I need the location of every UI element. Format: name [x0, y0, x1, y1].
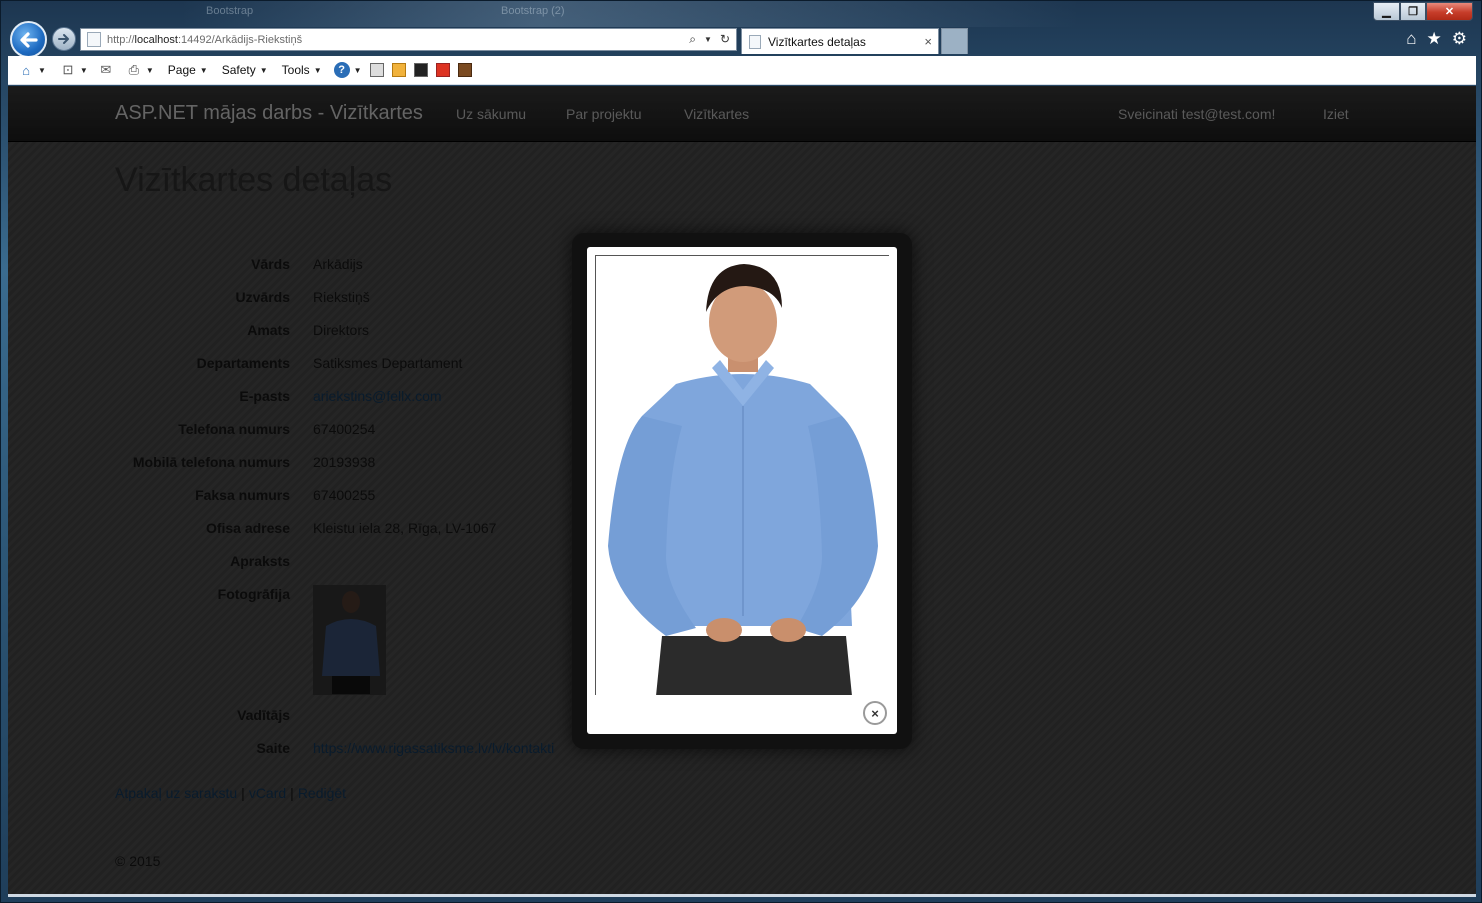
safety-menu[interactable]: Safety ▼ — [222, 63, 268, 77]
chevron-down-icon[interactable]: ▼ — [38, 66, 46, 75]
chevron-down-icon: ▼ — [199, 65, 208, 75]
close-window-button[interactable]: ✕ — [1426, 2, 1473, 21]
home-icon[interactable]: ⌂ — [1406, 29, 1416, 49]
tab-title: Vizītkartes detaļas — [768, 34, 866, 49]
feeds-icon[interactable]: ⊡ — [60, 62, 76, 78]
address-bar[interactable]: http://localhost:14492/Arkādijs-Riekstiņ… — [80, 28, 737, 51]
tools-menu[interactable]: Tools ▼ — [282, 63, 322, 77]
window-controls: ▁ ❐ ✕ — [1373, 2, 1473, 22]
window-bottom-edge — [8, 894, 1476, 897]
maximize-icon: ❐ — [1408, 6, 1418, 18]
tab-page-icon — [749, 34, 761, 49]
url-path: :14492/Arkādijs-Riekstiņš — [177, 33, 303, 46]
addon-k-icon[interactable] — [369, 63, 384, 77]
ghost-window-title: Bootstrap (2) — [501, 5, 565, 17]
tab-close-icon[interactable]: × — [924, 34, 932, 49]
person-photo-image — [596, 256, 889, 695]
lightbox-photo — [595, 255, 889, 695]
back-arrow-icon — [19, 31, 38, 48]
page-icon — [87, 32, 101, 47]
close-icon: × — [871, 705, 879, 721]
mail-icon[interactable]: ✉ — [98, 62, 114, 78]
tools-menu-label: Tools — [281, 63, 310, 77]
safety-menu-label: Safety — [221, 63, 256, 77]
refresh-icon[interactable]: ↻ — [720, 32, 730, 47]
title-bar-glow — [181, 1, 1081, 27]
ghost-window-title: Bootstrap — [206, 5, 254, 17]
home-icon[interactable]: ⌂ — [18, 62, 34, 78]
chevron-down-icon[interactable]: ▼ — [80, 66, 88, 75]
browser-tools: ⌂ ★ ⚙ — [1406, 29, 1467, 49]
settings-gear-icon[interactable]: ⚙ — [1452, 29, 1467, 49]
page-menu-label: Page — [167, 63, 196, 77]
chevron-down-icon: ▼ — [313, 65, 322, 75]
minimize-button[interactable]: ▁ — [1373, 2, 1400, 21]
page-menu[interactable]: Page ▼ — [168, 63, 208, 77]
photo-lightbox: × — [572, 233, 912, 749]
chevron-down-icon: ▼ — [259, 65, 268, 75]
command-bar: ⌂ ▼ ⊡ ▼ ✉ ⎙ ▼ Page ▼ Safety ▼ Tools ▼ ? ▼ — [8, 56, 1476, 85]
url-host: localhost — [134, 33, 178, 46]
chevron-down-icon[interactable]: ▼ — [354, 66, 362, 75]
addon-bookmark-icon[interactable] — [457, 63, 472, 77]
addon-screen-icon[interactable] — [413, 63, 428, 77]
dropdown-caret-icon[interactable]: ▼ — [704, 35, 712, 47]
address-tools: ⌕ ▼ ↻ — [689, 32, 730, 47]
new-tab-button[interactable] — [941, 28, 968, 54]
help-icon[interactable]: ? — [333, 62, 350, 78]
favorites-star-icon[interactable]: ★ — [1427, 29, 1442, 49]
tab-active[interactable]: Vizītkartes detaļas × — [741, 28, 939, 54]
back-button[interactable] — [10, 21, 47, 58]
minimize-icon: ▁ — [1382, 6, 1391, 18]
search-icon[interactable]: ⌕ — [689, 32, 696, 47]
lightbox-close-button[interactable]: × — [863, 701, 887, 725]
url-prefix: http:// — [107, 33, 135, 46]
browser-window: Bootstrap Bootstrap (2) ▁ ❐ ✕ http://loc… — [0, 0, 1482, 903]
forward-arrow-icon — [58, 34, 69, 44]
chevron-down-icon[interactable]: ▼ — [146, 66, 154, 75]
forward-button[interactable] — [52, 27, 76, 51]
close-icon: ✕ — [1444, 6, 1455, 18]
lightbox-content: × — [587, 247, 897, 734]
print-icon[interactable]: ⎙ — [126, 62, 142, 78]
maximize-button[interactable]: ❐ — [1400, 2, 1426, 21]
addon-k-red-icon[interactable] — [435, 63, 450, 77]
addon-script-icon[interactable] — [391, 63, 406, 77]
